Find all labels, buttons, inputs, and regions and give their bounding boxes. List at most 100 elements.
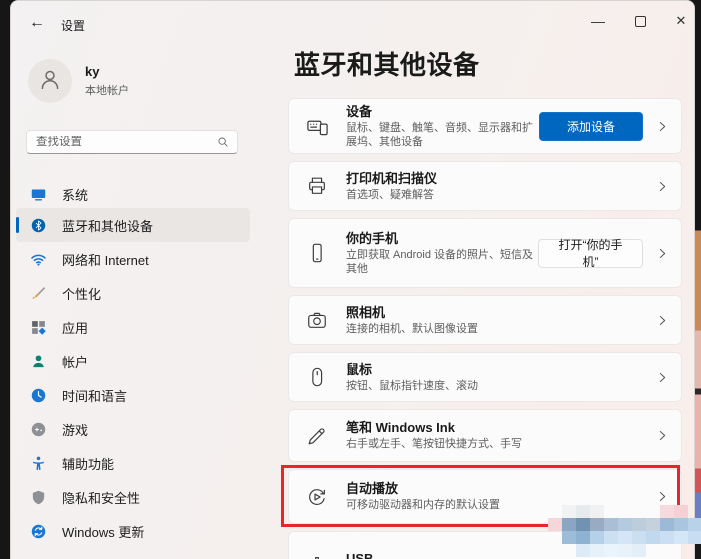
settings-row-title: 照相机 — [346, 304, 538, 321]
sidebar-item-apps[interactable]: 应用 — [16, 310, 250, 344]
mosaic-cell — [674, 505, 688, 518]
accessibility-icon — [29, 454, 47, 472]
sidebar-item-bluetooth[interactable]: 蓝牙和其他设备 — [16, 208, 250, 242]
back-button[interactable]: ← — [29, 14, 45, 32]
chevron-right-icon — [656, 180, 669, 193]
mosaic-cell — [632, 518, 646, 531]
mosaic-cell — [618, 544, 632, 557]
system-icon — [29, 186, 47, 204]
settings-row-title: 你的手机 — [346, 230, 538, 247]
gaming-icon — [29, 420, 47, 438]
sidebar-item-accessibility[interactable]: 辅助功能 — [16, 446, 250, 480]
mosaic-cell — [562, 505, 576, 518]
mouse-icon — [305, 365, 329, 389]
settings-row-pen-ink[interactable]: 笔和 Windows Ink右手或左手、笔按钮快捷方式、手写 — [288, 409, 682, 462]
sidebar-item-accounts[interactable]: 帐户 — [16, 344, 250, 378]
person-icon — [36, 65, 64, 98]
mosaic-cell — [688, 544, 701, 557]
mosaic-cell — [548, 518, 562, 531]
sidebar-item-label: 帐户 — [62, 352, 88, 371]
mosaic-cell — [632, 531, 646, 544]
minimize-button[interactable]: — — [583, 9, 613, 33]
windows-update-icon — [29, 522, 47, 540]
mosaic-cell — [688, 518, 701, 531]
settings-row-text: 自动播放可移动驱动器和内存的默认设置 — [346, 480, 538, 513]
mosaic-cell — [604, 505, 618, 518]
search-input[interactable] — [27, 136, 216, 148]
profile-account-type: 本地帐户 — [85, 82, 129, 98]
network-icon — [29, 250, 47, 268]
chevron-right-icon — [656, 371, 669, 384]
time-language-icon — [29, 386, 47, 404]
sidebar-item-network[interactable]: 网络和 Internet — [16, 242, 250, 276]
apps-icon — [29, 318, 47, 336]
search-box[interactable] — [26, 130, 238, 154]
mosaic-cell — [618, 531, 632, 544]
settings-row-text: 你的手机立即获取 Android 设备的照片、短信及其他 — [346, 230, 538, 277]
mosaic-cell — [646, 531, 660, 544]
mosaic-cell — [674, 544, 688, 557]
settings-row-title: 打印机和扫描仪 — [346, 170, 538, 187]
mosaic-cell — [576, 544, 590, 557]
sidebar-item-label: Windows 更新 — [62, 522, 144, 541]
your-phone-action-button[interactable]: 打开“你的手机” — [538, 239, 643, 268]
desktop-background-strip — [695, 0, 701, 559]
chevron-right-icon — [656, 490, 669, 503]
sidebar-item-personalization[interactable]: 个性化 — [16, 276, 250, 310]
sidebar-item-windows-update[interactable]: Windows 更新 — [16, 514, 250, 548]
settings-row-subtitle: 连接的相机、默认图像设置 — [346, 322, 538, 337]
profile-name: ky — [85, 64, 99, 79]
close-button[interactable]: ✕ — [666, 9, 695, 33]
mosaic-cell — [562, 544, 576, 557]
settings-row-your-phone[interactable]: 你的手机立即获取 Android 设备的照片、短信及其他打开“你的手机” — [288, 218, 682, 288]
settings-row-text: 打印机和扫描仪首选项、疑难解答 — [346, 170, 538, 203]
settings-row-printers[interactable]: 打印机和扫描仪首选项、疑难解答 — [288, 161, 682, 211]
settings-row-subtitle: 可移动驱动器和内存的默认设置 — [346, 498, 538, 513]
sidebar-item-gaming[interactable]: 游戏 — [16, 412, 250, 446]
mosaic-cell — [562, 531, 576, 544]
maximize-icon — [635, 16, 646, 27]
mosaic-cell — [562, 518, 576, 531]
mosaic-cell — [632, 544, 646, 557]
settings-row-text: 笔和 Windows Ink右手或左手、笔按钮快捷方式、手写 — [346, 419, 538, 452]
user-avatar[interactable] — [28, 59, 72, 103]
settings-row-subtitle: 首选项、疑难解答 — [346, 188, 538, 203]
personalization-icon — [29, 284, 47, 302]
settings-row-subtitle: 右手或左手、笔按钮快捷方式、手写 — [346, 437, 538, 452]
printer-icon — [305, 174, 329, 198]
pixelated-watermark — [548, 505, 701, 557]
sidebar-item-system[interactable]: 系统 — [16, 181, 250, 208]
settings-row-title: 自动播放 — [346, 480, 538, 497]
mosaic-cell — [590, 518, 604, 531]
phone-icon — [305, 241, 329, 265]
mosaic-row — [548, 531, 701, 544]
mosaic-row — [548, 505, 701, 518]
mosaic-cell — [674, 518, 688, 531]
mosaic-cell — [646, 505, 660, 518]
sidebar-item-label: 游戏 — [62, 420, 88, 439]
mosaic-cell — [660, 518, 674, 531]
sidebar-item-time-language[interactable]: 时间和语言 — [16, 378, 250, 412]
mosaic-cell — [646, 544, 660, 557]
settings-row-mouse[interactable]: 鼠标按钮、鼠标指针速度、滚动 — [288, 352, 682, 402]
mosaic-cell — [688, 505, 701, 518]
mosaic-cell — [646, 518, 660, 531]
mosaic-row — [548, 544, 701, 557]
mosaic-cell — [590, 531, 604, 544]
accounts-icon — [29, 352, 47, 370]
sidebar-nav: 系统蓝牙和其他设备网络和 Internet个性化应用帐户时间和语言游戏辅助功能隐… — [16, 181, 250, 548]
mosaic-cell — [548, 544, 562, 557]
bluetooth-icon — [29, 216, 47, 234]
settings-row-cameras[interactable]: 照相机连接的相机、默认图像设置 — [288, 295, 682, 345]
autoplay-icon — [305, 485, 329, 509]
mosaic-row — [548, 518, 701, 531]
sidebar-item-label: 蓝牙和其他设备 — [62, 216, 153, 235]
settings-row-devices[interactable]: 设备鼠标、键盘、触笔、音频、显示器和扩展坞、其他设备添加设备 — [288, 98, 682, 154]
chevron-right-icon — [656, 429, 669, 442]
settings-row-title: 设备 — [346, 103, 538, 120]
maximize-button[interactable] — [625, 9, 655, 33]
sidebar-item-privacy[interactable]: 隐私和安全性 — [16, 480, 250, 514]
devices-action-button[interactable]: 添加设备 — [539, 112, 643, 141]
search-icon — [216, 135, 230, 149]
mosaic-cell — [548, 531, 562, 544]
